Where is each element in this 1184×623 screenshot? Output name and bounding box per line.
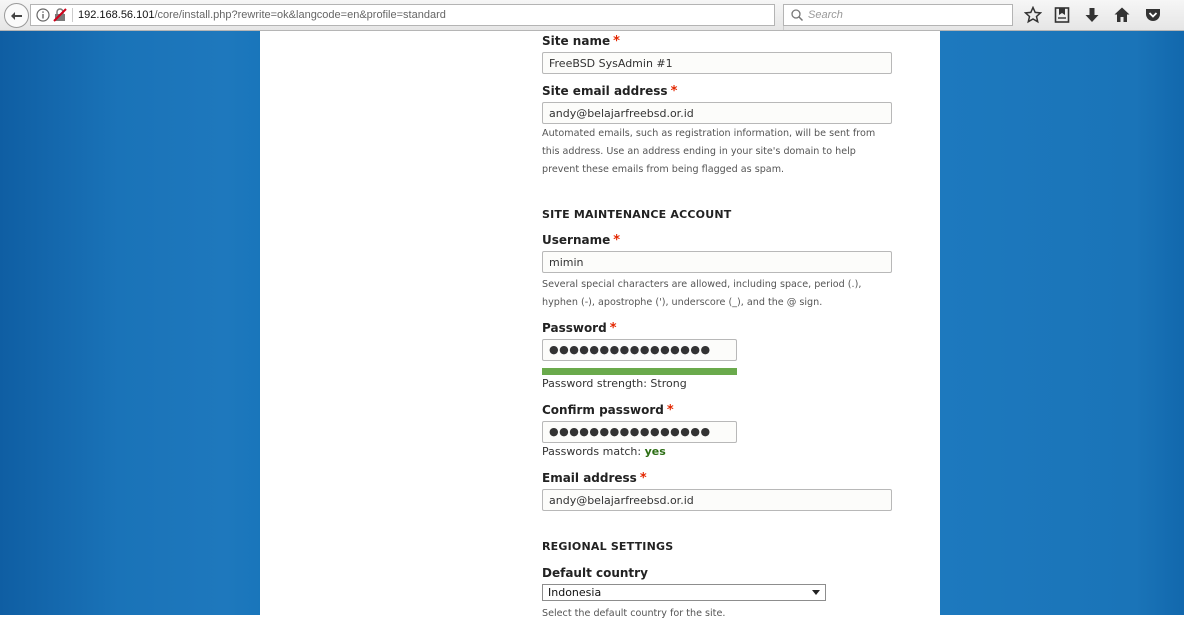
help-line: hyphen (-), apostrophe ('), underscore (… (542, 297, 823, 308)
required-mark: * (666, 403, 674, 418)
site-email-help: Automated emails, such as registration i… (542, 125, 902, 179)
page-background-right (940, 31, 1184, 615)
confirm-password-label: Confirm password * (542, 403, 674, 418)
url-host: 192.168.56.101 (78, 9, 155, 21)
info-icon[interactable] (36, 8, 50, 22)
search-bar[interactable]: Search (783, 4, 1013, 26)
required-mark: * (670, 84, 678, 99)
reading-list-icon[interactable] (1053, 6, 1071, 24)
password-label: Password * (542, 321, 617, 336)
help-line: Automated emails, such as registration i… (542, 128, 876, 139)
help-line: prevent these emails from being flagged … (542, 164, 785, 175)
pocket-icon[interactable] (1144, 6, 1162, 24)
required-mark: * (613, 233, 621, 248)
regional-section-heading: REGIONAL SETTINGS (542, 540, 674, 553)
email-address-input[interactable]: andy@belajarfreebsd.or.id (542, 489, 892, 511)
confirm-password-input[interactable]: ●●●●●●●●●●●●●●●● (542, 421, 737, 443)
site-name-input[interactable]: FreeBSD SysAdmin #1 (542, 52, 892, 74)
url-path: /core/install.php?rewrite=ok&langcode=en… (154, 9, 446, 21)
url-text[interactable]: 192.168.56.101/core/install.php?rewrite=… (78, 9, 446, 21)
help-line: this address. Use an address ending in y… (542, 146, 856, 157)
browser-toolbar: 192.168.56.101/core/install.php?rewrite=… (0, 0, 1184, 31)
back-arrow-icon (10, 11, 22, 20)
url-separator (72, 8, 73, 22)
search-placeholder: Search (808, 9, 843, 21)
email-address-label: Email address * (542, 471, 647, 486)
dropdown-arrow-icon (812, 590, 820, 595)
default-country-select[interactable]: Indonesia (542, 584, 826, 601)
password-input[interactable]: ●●●●●●●●●●●●●●●● (542, 339, 737, 361)
site-email-label: Site email address * (542, 84, 678, 99)
home-icon[interactable] (1113, 6, 1131, 24)
insecure-lock-icon[interactable] (53, 8, 67, 22)
required-mark: * (609, 321, 617, 336)
username-input[interactable]: mimin (542, 251, 892, 273)
address-bar[interactable]: 192.168.56.101/core/install.php?rewrite=… (30, 4, 800, 30)
site-email-input[interactable]: andy@belajarfreebsd.or.id (542, 102, 892, 124)
back-button[interactable] (4, 3, 29, 28)
default-country-value: Indonesia (548, 586, 602, 599)
required-mark: * (613, 34, 620, 49)
default-country-label: Default country (542, 566, 648, 580)
installer-content: Site name * FreeBSD SysAdmin #1 Site emai… (260, 31, 940, 619)
bookmark-star-icon[interactable] (1024, 6, 1042, 24)
password-strength-text: Password strength: Strong (542, 377, 687, 390)
search-icon (791, 9, 804, 22)
maintenance-section-heading: SITE MAINTENANCE ACCOUNT (542, 208, 732, 221)
download-icon[interactable] (1083, 6, 1101, 24)
username-label: Username * (542, 233, 621, 248)
password-strength-bar (542, 368, 737, 375)
default-country-help: Select the default country for the site. (542, 608, 726, 619)
help-line: Several special characters are allowed, … (542, 279, 862, 290)
password-match-value: yes (644, 445, 666, 458)
username-help: Several special characters are allowed, … (542, 276, 902, 312)
site-name-label: Site name * (542, 34, 620, 49)
required-mark: * (639, 471, 647, 486)
password-match-text: Passwords match: yes (542, 445, 666, 458)
